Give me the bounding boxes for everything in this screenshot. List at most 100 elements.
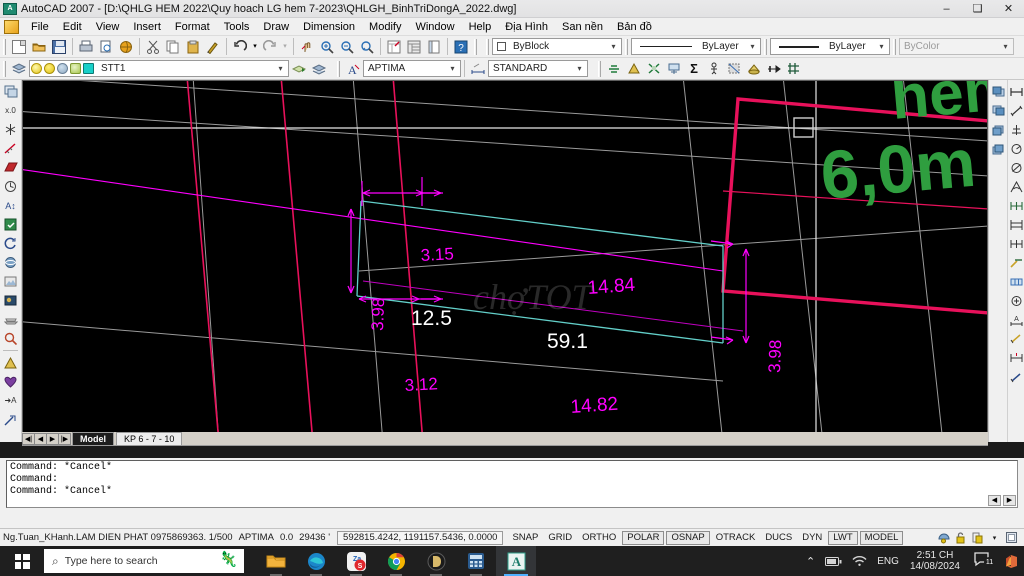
styles-toolbar-grip[interactable] <box>337 60 340 77</box>
autocad-icon[interactable]: A <box>496 546 536 576</box>
block-icon[interactable] <box>1 215 20 234</box>
express-i-icon[interactable] <box>764 59 784 79</box>
coordinate-readout[interactable]: 592815.4242, 1191157.5436, 0.0000 <box>337 530 504 545</box>
ordinate-dim-icon[interactable] <box>1007 120 1024 139</box>
match-properties-icon[interactable] <box>203 37 223 57</box>
microsoft-edge-icon[interactable] <box>296 546 336 576</box>
grip-lt[interactable] <box>625 38 628 55</box>
communication-center-icon[interactable] <box>937 531 950 544</box>
draw-order-icon[interactable] <box>1 82 20 101</box>
paste-icon[interactable] <box>183 37 203 57</box>
menu-dimension[interactable]: Dimension <box>296 20 362 34</box>
help-icon[interactable]: ? <box>451 37 471 57</box>
sum-icon[interactable]: Σ <box>684 59 704 79</box>
aligned-dim-icon[interactable] <box>1007 101 1024 120</box>
battery-icon[interactable] <box>820 556 847 567</box>
dim-update-icon[interactable] <box>1007 348 1024 367</box>
search-input[interactable]: ⌕ Type here to search 🦎 <box>44 549 244 573</box>
menu-san-nen[interactable]: San nền <box>555 20 610 34</box>
layer-freeze-icon[interactable] <box>44 63 55 74</box>
dim-style-icon[interactable] <box>1007 367 1024 386</box>
revolve-icon[interactable] <box>1 234 20 253</box>
zoom-previous-icon[interactable] <box>357 37 377 57</box>
layer-make-current-icon[interactable] <box>309 59 329 79</box>
unlock-icon[interactable] <box>954 531 967 544</box>
tolerance-icon[interactable] <box>1007 272 1024 291</box>
sphere-icon[interactable] <box>1 253 20 272</box>
windows-start-icon[interactable] <box>0 546 44 576</box>
zoom-window-icon[interactable] <box>337 37 357 57</box>
redo-icon[interactable] <box>260 37 280 57</box>
diameter-dim-icon[interactable] <box>1007 158 1024 177</box>
menu-window[interactable]: Window <box>408 20 461 34</box>
menu-ban-do[interactable]: Bản đồ <box>610 20 659 34</box>
menu-draw[interactable]: Draw <box>256 20 296 34</box>
status-toggle-lwt[interactable]: LWT <box>828 530 858 545</box>
region-icon[interactable] <box>1 158 20 177</box>
status-toggle-osnap[interactable]: OSNAP <box>666 530 710 545</box>
status-toggle-ortho[interactable]: ORTHO <box>578 531 620 545</box>
layer-on-icon[interactable] <box>31 63 42 74</box>
chevron-down-icon[interactable]: ▾ <box>273 61 288 76</box>
angular-dim-icon[interactable] <box>1007 177 1024 196</box>
radius-dim-icon[interactable] <box>1007 139 1024 158</box>
status-toggle-snap[interactable]: SNAP <box>508 531 542 545</box>
action-center-icon[interactable]: 11 <box>966 552 998 570</box>
status-toggle-grid[interactable]: GRID <box>544 531 576 545</box>
chevron-down-icon[interactable]: ▾ <box>874 39 889 54</box>
baseline-dim-icon[interactable] <box>1007 215 1024 234</box>
command-scroll-right-icon[interactable]: ▶ <box>1003 495 1016 506</box>
lastpass-icon[interactable] <box>416 546 456 576</box>
color-control-combo[interactable]: ByBlock ▾ <box>492 38 622 55</box>
slice-icon[interactable] <box>1 310 20 329</box>
tray-menu-icon[interactable]: ▾ <box>988 531 1001 544</box>
status-toggle-model[interactable]: MODEL <box>859 530 904 545</box>
publish-icon[interactable] <box>116 37 136 57</box>
save-icon[interactable] <box>49 37 69 57</box>
bring-above-icon[interactable] <box>989 120 1008 139</box>
chevron-down-icon[interactable]: ▾ <box>445 61 460 76</box>
toolbar-grip-2[interactable] <box>474 38 477 55</box>
dim-edit-icon[interactable]: A <box>1007 310 1024 329</box>
drawing-canvas[interactable]: 3.15 3.98 12.5 3.12 14.84 59.1 14.82 3.9… <box>22 80 988 442</box>
minimize-button[interactable]: – <box>931 0 962 18</box>
cut-icon[interactable] <box>143 37 163 57</box>
qleader-icon[interactable] <box>1007 253 1024 272</box>
text-icon[interactable]: A↕ <box>1 196 20 215</box>
properties-icon[interactable] <box>384 37 404 57</box>
express-toolbar-grip[interactable] <box>598 60 601 77</box>
undo-icon[interactable] <box>230 37 250 57</box>
zoom-realtime-icon[interactable] <box>317 37 337 57</box>
status-toggle-polar[interactable]: POLAR <box>622 530 665 545</box>
google-chrome-icon[interactable] <box>376 546 416 576</box>
calculator-icon[interactable] <box>456 546 496 576</box>
new-icon[interactable] <box>9 37 29 57</box>
leader-icon[interactable] <box>1 410 20 429</box>
properties-toolbar-grip[interactable] <box>486 38 489 55</box>
menu-insert[interactable]: Insert <box>126 20 168 34</box>
image-icon[interactable] <box>1 272 20 291</box>
language-indicator[interactable]: ENG <box>872 556 904 567</box>
maximize-button[interactable]: ❑ <box>962 0 993 18</box>
close-button[interactable]: ✕ <box>993 0 1024 18</box>
plot-preview-icon[interactable] <box>96 37 116 57</box>
bring-front-icon[interactable] <box>989 82 1008 101</box>
send-back-icon[interactable] <box>989 101 1008 120</box>
zalo-icon[interactable]: Za S <box>336 546 376 576</box>
layer-lock-icon[interactable] <box>57 63 68 74</box>
copy-icon[interactable] <box>163 37 183 57</box>
pan-realtime-icon[interactable] <box>297 37 317 57</box>
express-h-icon[interactable] <box>744 59 764 79</box>
manage-xrefs-icon[interactable] <box>971 531 984 544</box>
text-style-combo[interactable]: APTIMA ▾ <box>363 60 461 77</box>
undo-dropdown-icon[interactable]: ▾ <box>250 37 260 57</box>
taskbar-clock[interactable]: 2:51 CH 14/08/2024 <box>904 550 966 572</box>
layer-control-combo[interactable]: STT1 ▾ <box>29 60 289 77</box>
chevron-down-icon[interactable]: ▾ <box>745 39 760 54</box>
status-toggle-otrack[interactable]: OTRACK <box>712 531 760 545</box>
boundary-icon[interactable] <box>1 372 20 391</box>
command-history[interactable]: Command: *Cancel* Command: Command: *Can… <box>6 460 1018 508</box>
dim-text-edit-icon[interactable] <box>1007 329 1024 348</box>
file-explorer-icon[interactable] <box>256 546 296 576</box>
menu-dia-hinh[interactable]: Địa Hình <box>498 20 555 34</box>
